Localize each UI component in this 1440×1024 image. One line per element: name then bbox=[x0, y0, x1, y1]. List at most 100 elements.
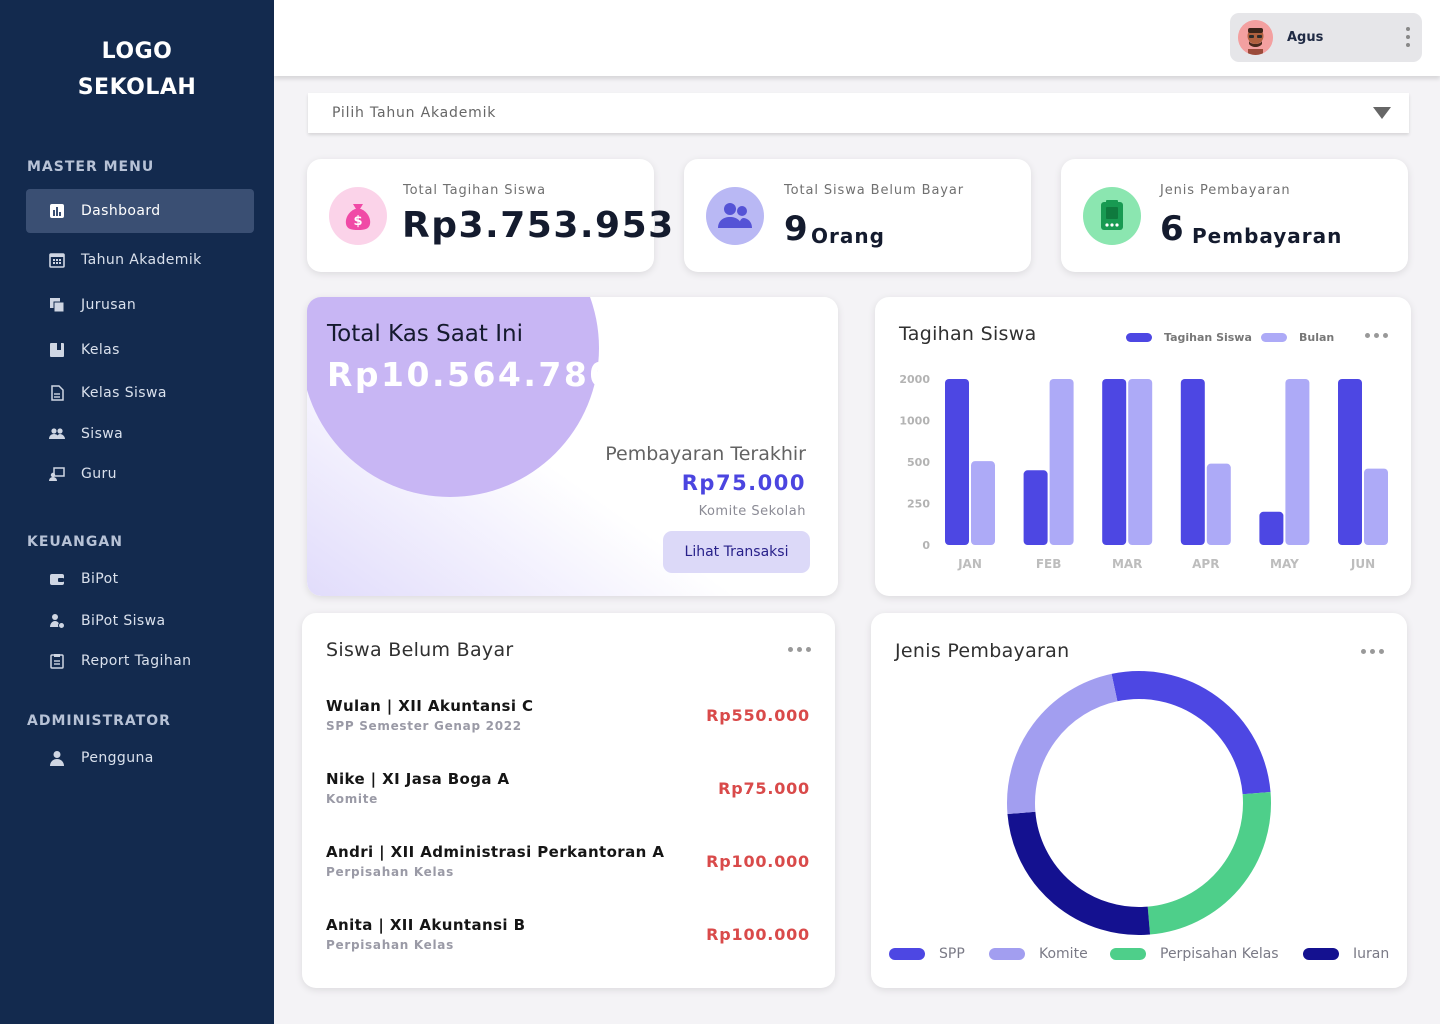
stat-label: Total Tagihan Siswa bbox=[403, 183, 547, 198]
bar bbox=[1259, 511, 1284, 545]
y-tick-label: 0 bbox=[922, 539, 930, 552]
bar-chart: 0 250 500 1000 2000 JAN FEB MAR APR MAY JUN bbox=[899, 373, 1388, 571]
student-name: Anita | XII Akuntansi B bbox=[326, 916, 526, 934]
legend-swatch bbox=[1110, 948, 1146, 960]
sidebar-item-label: BiPot Siswa bbox=[81, 613, 166, 629]
bar bbox=[1049, 379, 1074, 545]
last-payment-type: Komite Sekolah bbox=[698, 504, 806, 519]
x-tick-label: APR bbox=[1192, 557, 1219, 571]
user-menu[interactable]: Agus bbox=[1230, 13, 1422, 62]
kas-value: Rp10.564.780 bbox=[327, 355, 615, 394]
stat-card-total-tagihan: $ Total Tagihan Siswa Rp3.753.953 bbox=[307, 159, 673, 272]
donut-slice bbox=[1007, 811, 1151, 935]
donut-chart bbox=[1007, 671, 1271, 935]
users-icon bbox=[706, 187, 764, 245]
amount: Rp100.000 bbox=[706, 925, 810, 944]
stat-value: Rp3.753.953 bbox=[402, 205, 675, 246]
sidebar-item-kelas-siswa[interactable]: Kelas Siswa bbox=[26, 371, 254, 415]
amount: Rp75.000 bbox=[718, 779, 810, 798]
sidebar-item-label: Kelas bbox=[81, 342, 120, 358]
legend-iuran: Iuran bbox=[1303, 946, 1389, 962]
payment-type: Perpisahan Kelas bbox=[326, 938, 454, 952]
more-options-icon[interactable] bbox=[788, 647, 811, 652]
academic-year-placeholder: Pilih Tahun Akademik bbox=[332, 105, 497, 121]
payment-terminal-icon bbox=[1083, 187, 1141, 245]
last-payment-label: Pembayaran Terakhir bbox=[605, 443, 806, 465]
document-icon bbox=[48, 384, 66, 402]
sidebar-item-guru[interactable]: Guru bbox=[26, 452, 254, 496]
unpaid-title: Siswa Belum Bayar bbox=[326, 639, 514, 661]
donut-slice bbox=[1007, 673, 1118, 815]
legend-label: SPP bbox=[939, 946, 965, 962]
payment-type: Perpisahan Kelas bbox=[326, 865, 454, 879]
x-tick-label: JAN bbox=[957, 557, 982, 571]
payment-type: Komite bbox=[326, 792, 379, 806]
student-name: Nike | XI Jasa Boga A bbox=[326, 770, 510, 788]
sidebar-item-label: Guru bbox=[81, 466, 117, 482]
view-transactions-button[interactable]: Lihat Transaksi bbox=[663, 531, 810, 573]
copy-icon bbox=[48, 296, 66, 314]
sidebar-item-bipot-siswa[interactable]: BiPot Siswa bbox=[26, 599, 254, 643]
donut-slice bbox=[1111, 671, 1271, 795]
student-money-icon bbox=[48, 612, 66, 630]
sidebar-item-dashboard[interactable]: Dashboard bbox=[26, 189, 254, 233]
sidebar-item-label: Report Tagihan bbox=[81, 653, 192, 669]
x-tick-label: FEB bbox=[1036, 557, 1062, 571]
bar bbox=[1206, 463, 1231, 545]
bar bbox=[1023, 470, 1048, 545]
legend-swatch bbox=[889, 948, 925, 960]
bar bbox=[1338, 379, 1362, 545]
sidebar-item-pengguna[interactable]: Pengguna bbox=[26, 736, 254, 780]
caret-down-icon bbox=[1373, 107, 1391, 119]
bar bbox=[1180, 379, 1205, 545]
unpaid-students-card: Siswa Belum Bayar Wulan | XII Akuntansi … bbox=[302, 613, 835, 988]
sidebar-item-jurusan[interactable]: Jurusan bbox=[26, 283, 254, 327]
x-tick-label: JUN bbox=[1350, 557, 1375, 571]
sidebar-item-label: Siswa bbox=[81, 426, 124, 442]
sidebar-item-bipot[interactable]: BiPot bbox=[26, 557, 254, 601]
bar bbox=[1102, 379, 1127, 545]
amount: Rp100.000 bbox=[706, 852, 810, 871]
wallet-icon bbox=[48, 570, 66, 588]
chart-icon bbox=[48, 202, 66, 220]
calendar-icon bbox=[48, 251, 66, 269]
last-payment-value: Rp75.000 bbox=[681, 471, 806, 495]
stat-unit: Pembayaran bbox=[1192, 224, 1343, 248]
y-tick-label: 2000 bbox=[899, 373, 930, 386]
academic-year-select[interactable]: Pilih Tahun Akademik bbox=[308, 93, 1409, 133]
section-administrator: ADMINISTRATOR bbox=[27, 713, 171, 729]
legend-label: Iuran bbox=[1353, 946, 1390, 962]
x-tick-label: MAY bbox=[1270, 557, 1299, 571]
logo-line-1: LOGO bbox=[101, 39, 173, 64]
sidebar-item-siswa[interactable]: Siswa bbox=[26, 412, 254, 456]
logo-line-2: SEKOLAH bbox=[77, 75, 197, 100]
sidebar-item-kelas[interactable]: Kelas bbox=[26, 328, 254, 372]
payment-type: SPP Semester Genap 2022 bbox=[326, 719, 522, 733]
payment-types-card: Jenis Pembayaran SPP Komite Perpisahan K… bbox=[871, 613, 1407, 988]
bar bbox=[971, 461, 995, 545]
bar bbox=[1364, 468, 1388, 545]
student-name: Andri | XII Administrasi Perkantoran A bbox=[326, 843, 665, 861]
y-tick-label: 500 bbox=[907, 456, 930, 469]
sidebar-item-label: Pengguna bbox=[81, 750, 154, 766]
legend-label: Komite bbox=[1039, 946, 1088, 962]
more-vertical-icon[interactable] bbox=[1406, 27, 1410, 47]
kas-title: Total Kas Saat Ini bbox=[327, 321, 523, 347]
donut-slice bbox=[1147, 791, 1271, 935]
top-header: Agus bbox=[274, 0, 1440, 76]
stat-unit: Orang bbox=[811, 224, 885, 248]
school-logo[interactable]: LOGO SEKOLAH bbox=[0, 34, 274, 106]
legend-swatch bbox=[989, 948, 1025, 960]
user-icon bbox=[48, 749, 66, 767]
bar bbox=[1128, 379, 1153, 545]
teacher-icon bbox=[48, 465, 66, 483]
legend-spp: SPP bbox=[889, 946, 965, 962]
student-name: Wulan | XII Akuntansi C bbox=[326, 697, 534, 715]
sidebar: LOGO SEKOLAH MASTER MENU Dashboard Tahun… bbox=[0, 0, 274, 1024]
sidebar-item-report-tagihan[interactable]: Report Tagihan bbox=[26, 639, 254, 683]
y-tick-label: 250 bbox=[907, 498, 930, 511]
tagihan-chart-card: Tagihan Siswa Tagihan Siswa Bulan 0 250 50… bbox=[875, 297, 1411, 596]
sidebar-item-tahun-akademik[interactable]: Tahun Akademik bbox=[26, 238, 254, 282]
sidebar-item-label: Jurusan bbox=[81, 297, 137, 313]
stat-card-belum-bayar: Total Siswa Belum Bayar 9 Orang bbox=[684, 159, 1031, 272]
